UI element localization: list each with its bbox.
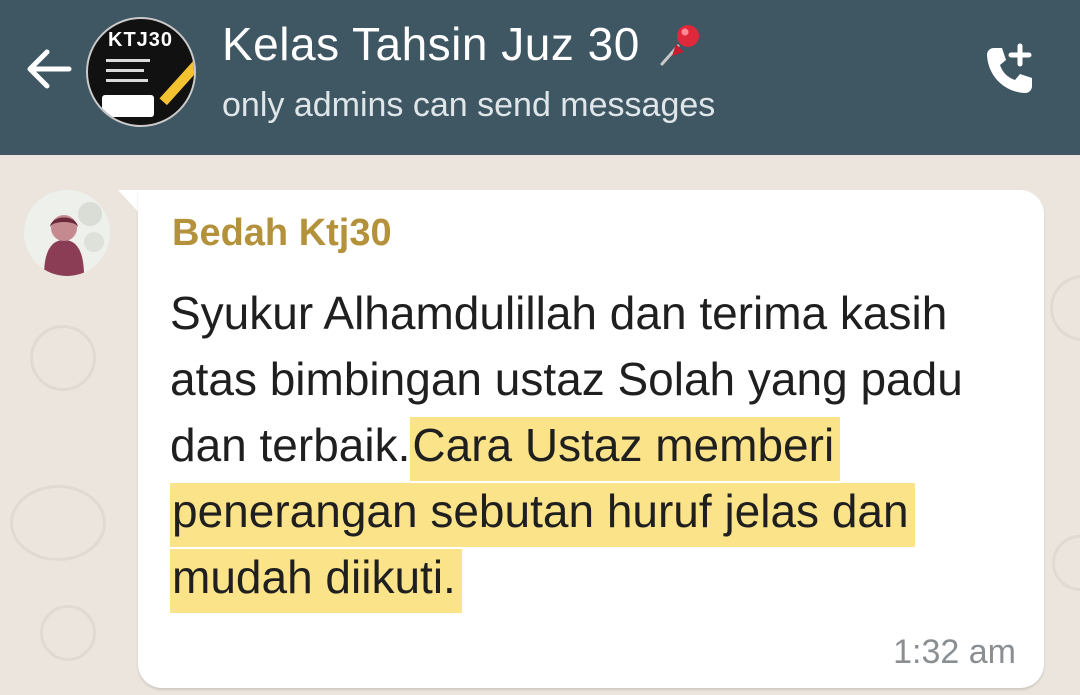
- wallpaper-doodle: [10, 485, 106, 561]
- chat-area[interactable]: Bedah Ktj30 Syukur Alhamdulillah dan ter…: [0, 155, 1080, 695]
- message-text: Syukur Alhamdulillah dan terima kasih at…: [170, 280, 1020, 613]
- avatar-decoration: [106, 69, 144, 72]
- chat-title-row[interactable]: Kelas Tahsin Juz 30: [222, 14, 710, 74]
- add-call-button[interactable]: [972, 36, 1044, 108]
- wallpaper-doodle: [1050, 275, 1080, 341]
- chat-subtitle: only admins can send messages: [222, 86, 716, 124]
- avatar-decoration: [106, 59, 150, 62]
- avatar-decoration: [106, 79, 148, 82]
- message-sender-name[interactable]: Bedah Ktj30: [172, 212, 392, 255]
- sender-photo: [24, 190, 110, 276]
- back-button[interactable]: [18, 38, 80, 100]
- sender-avatar[interactable]: [24, 190, 110, 276]
- arrow-left-icon: [27, 49, 72, 89]
- chat-header: KTJ30 Kelas Tahsin Juz 30 only admins ca…: [0, 0, 1080, 155]
- group-avatar-text: KTJ30: [108, 29, 174, 51]
- avatar-decoration: [102, 95, 154, 117]
- wallpaper-doodle: [40, 605, 96, 661]
- pushpin-icon: [660, 25, 699, 66]
- add-call-icon: [987, 43, 1032, 93]
- chat-title: Kelas Tahsin Juz 30: [222, 18, 640, 70]
- wallpaper-doodle: [1052, 535, 1080, 591]
- message-timestamp: 1:32 am: [893, 633, 1016, 671]
- message-bubble[interactable]: Bedah Ktj30 Syukur Alhamdulillah dan ter…: [138, 190, 1044, 688]
- wallpaper-doodle: [30, 325, 96, 391]
- group-avatar[interactable]: KTJ30: [86, 17, 196, 127]
